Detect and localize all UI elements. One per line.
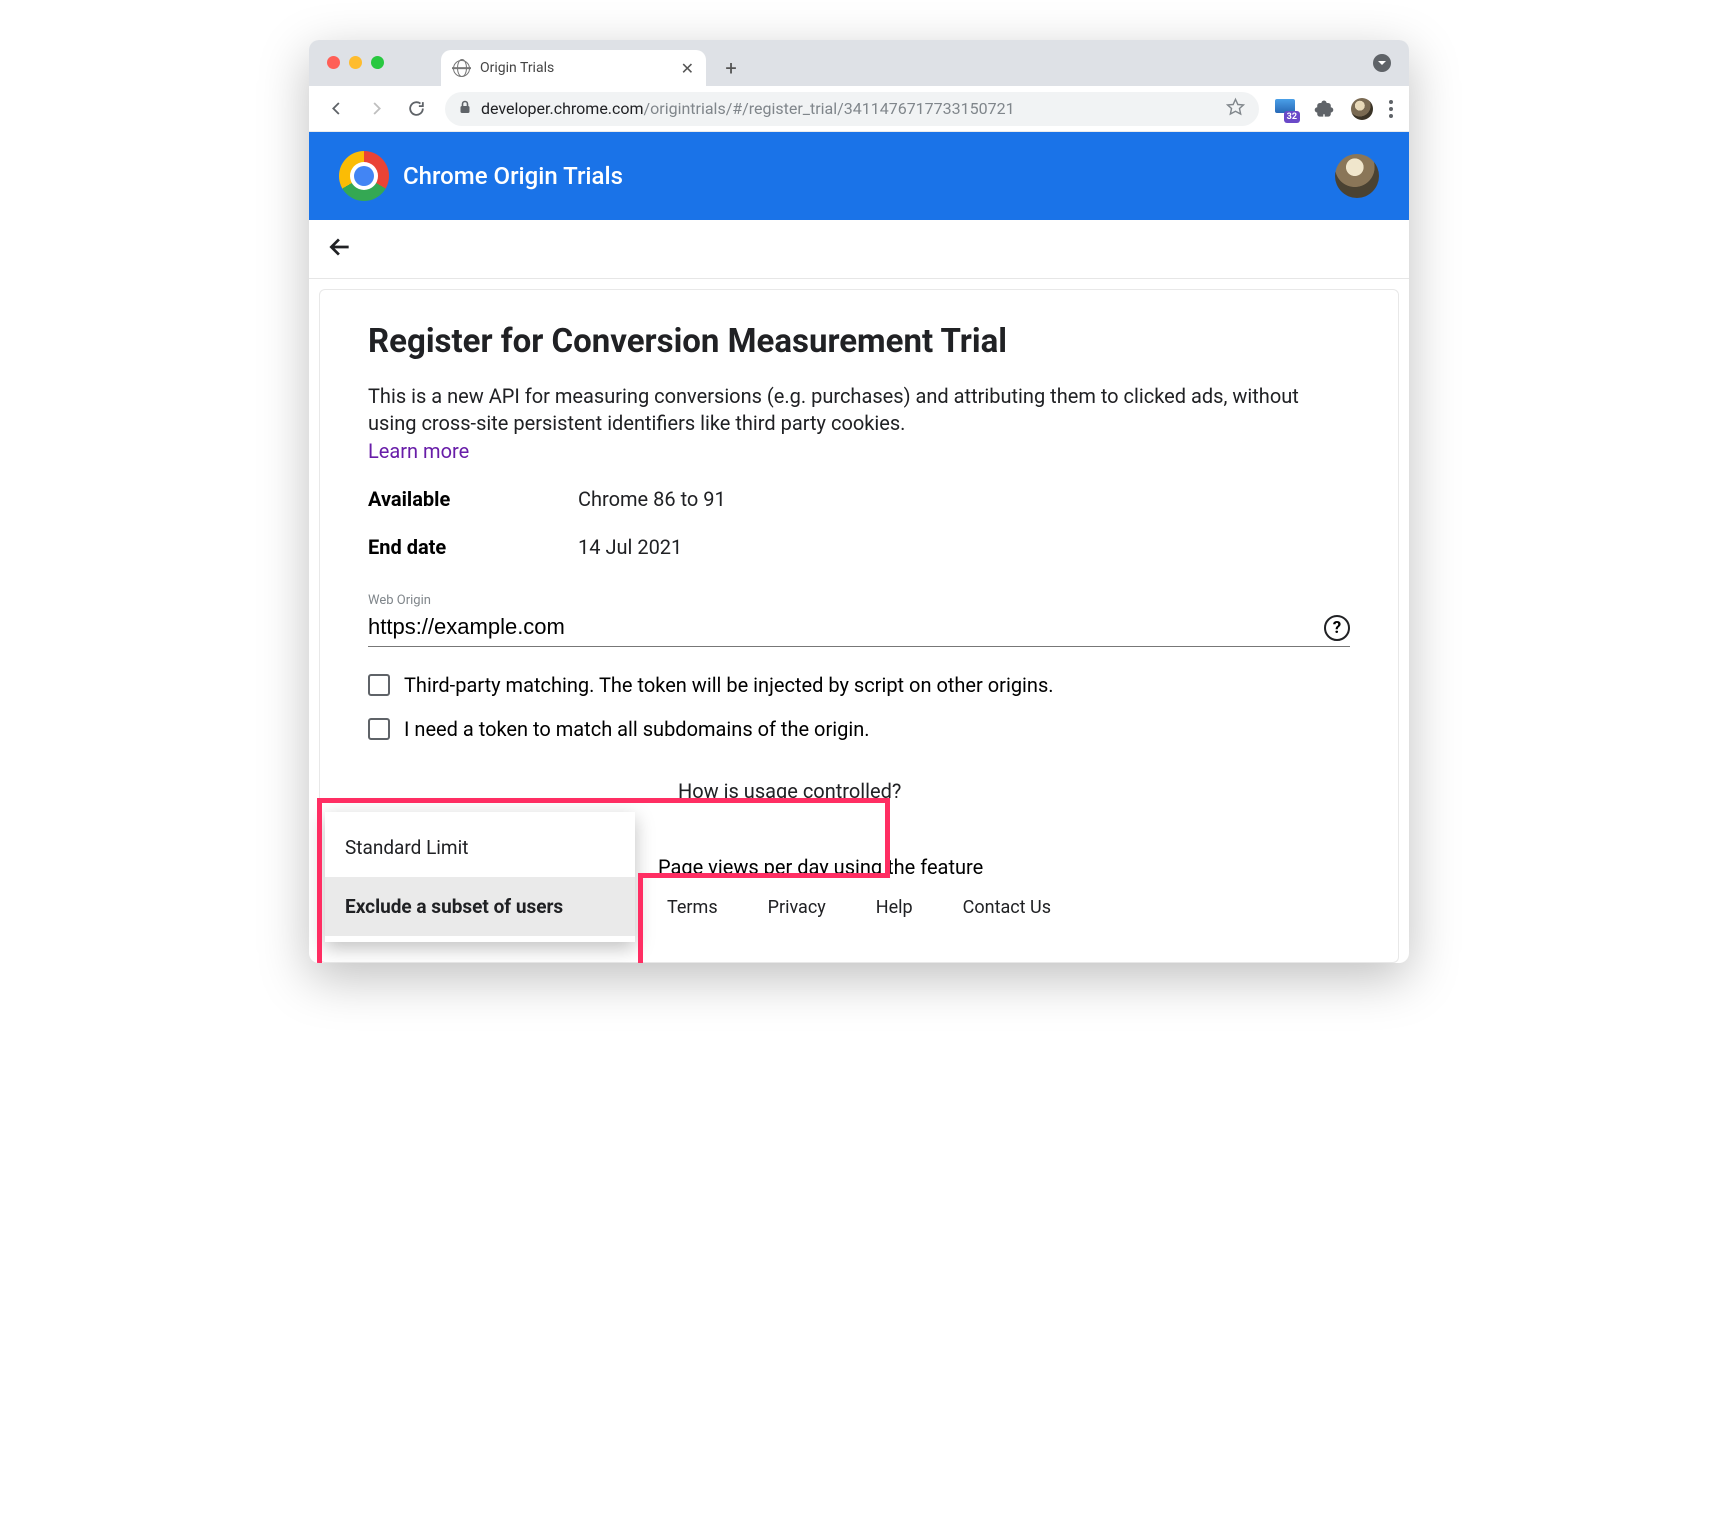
reload-button[interactable] (399, 92, 433, 126)
close-tab-icon[interactable]: ✕ (681, 59, 694, 78)
available-row: Available Chrome 86 to 91 (368, 487, 1350, 511)
dropdown-option-standard[interactable]: Standard Limit (325, 818, 635, 877)
close-window-button[interactable] (327, 56, 340, 69)
help-icon[interactable]: ? (1324, 615, 1350, 641)
annotation-highlight (638, 873, 643, 963)
subdomains-checkbox[interactable] (368, 718, 390, 740)
dropdown-option-exclude[interactable]: Exclude a subset of users (325, 877, 635, 936)
extension-ruler-icon[interactable]: 32 (1275, 98, 1297, 120)
third-party-checkbox[interactable] (368, 674, 390, 696)
chrome-menu-button[interactable] (1383, 100, 1399, 118)
maximize-window-button[interactable] (371, 56, 384, 69)
web-origin-field: Web Origin ? (368, 593, 1350, 647)
profile-avatar-small[interactable] (1351, 98, 1373, 120)
web-origin-label: Web Origin (368, 593, 1350, 608)
window-controls (327, 56, 384, 69)
address-bar[interactable]: developer.chrome.com/origintrials/#/regi… (445, 92, 1259, 126)
forward-button[interactable] (359, 92, 393, 126)
page-back-row (309, 220, 1409, 279)
expected-usage-label: Page views per day using the feature (658, 855, 1350, 879)
extension-badge: 32 (1284, 111, 1300, 123)
user-avatar[interactable] (1335, 154, 1379, 198)
subdomains-label: I need a token to match all subdomains o… (404, 717, 870, 741)
back-button[interactable] (319, 92, 353, 126)
bookmark-star-icon[interactable] (1226, 97, 1245, 120)
extensions-button[interactable] (1307, 92, 1341, 126)
footer-terms-link[interactable]: Terms (667, 897, 718, 918)
browser-toolbar: developer.chrome.com/origintrials/#/regi… (309, 86, 1409, 132)
end-date-row: End date 14 Jul 2021 (368, 535, 1350, 559)
available-label: Available (368, 487, 578, 511)
web-origin-input[interactable] (368, 610, 1350, 647)
third-party-checkbox-row: Third-party matching. The token will be … (368, 673, 1350, 697)
globe-icon (453, 60, 470, 77)
end-date-value: 14 Jul 2021 (578, 535, 682, 559)
page-title: Register for Conversion Measurement Tria… (368, 322, 1350, 361)
usage-restriction-dropdown: Standard Limit Exclude a subset of users (325, 812, 635, 942)
tab-strip: Origin Trials ✕ + (309, 40, 1409, 86)
lock-icon (459, 99, 471, 118)
profile-indicator-icon[interactable] (1373, 54, 1391, 72)
app-title: Chrome Origin Trials (403, 162, 623, 190)
footer-contact-link[interactable]: Contact Us (963, 897, 1051, 918)
third-party-label: Third-party matching. The token will be … (404, 673, 1054, 697)
subdomains-checkbox-row: I need a token to match all subdomains o… (368, 717, 1350, 741)
new-tab-button[interactable]: + (716, 53, 746, 83)
learn-more-link[interactable]: Learn more (368, 439, 469, 463)
end-date-label: End date (368, 535, 578, 559)
minimize-window-button[interactable] (349, 56, 362, 69)
browser-window: Origin Trials ✕ + developer.chrome.com/o… (309, 40, 1409, 963)
app-header: Chrome Origin Trials (309, 132, 1409, 220)
usage-controlled-link[interactable]: How is usage controlled? (678, 779, 1350, 803)
page-description: This is a new API for measuring conversi… (368, 383, 1350, 437)
chrome-logo-icon (339, 151, 389, 201)
url-text: developer.chrome.com/origintrials/#/regi… (481, 99, 1015, 118)
tab-title: Origin Trials (480, 60, 671, 76)
footer-privacy-link[interactable]: Privacy (768, 897, 826, 918)
available-value: Chrome 86 to 91 (578, 487, 726, 511)
browser-tab[interactable]: Origin Trials ✕ (441, 50, 706, 86)
footer-help-link[interactable]: Help (876, 897, 913, 918)
page-back-button[interactable] (327, 245, 353, 264)
